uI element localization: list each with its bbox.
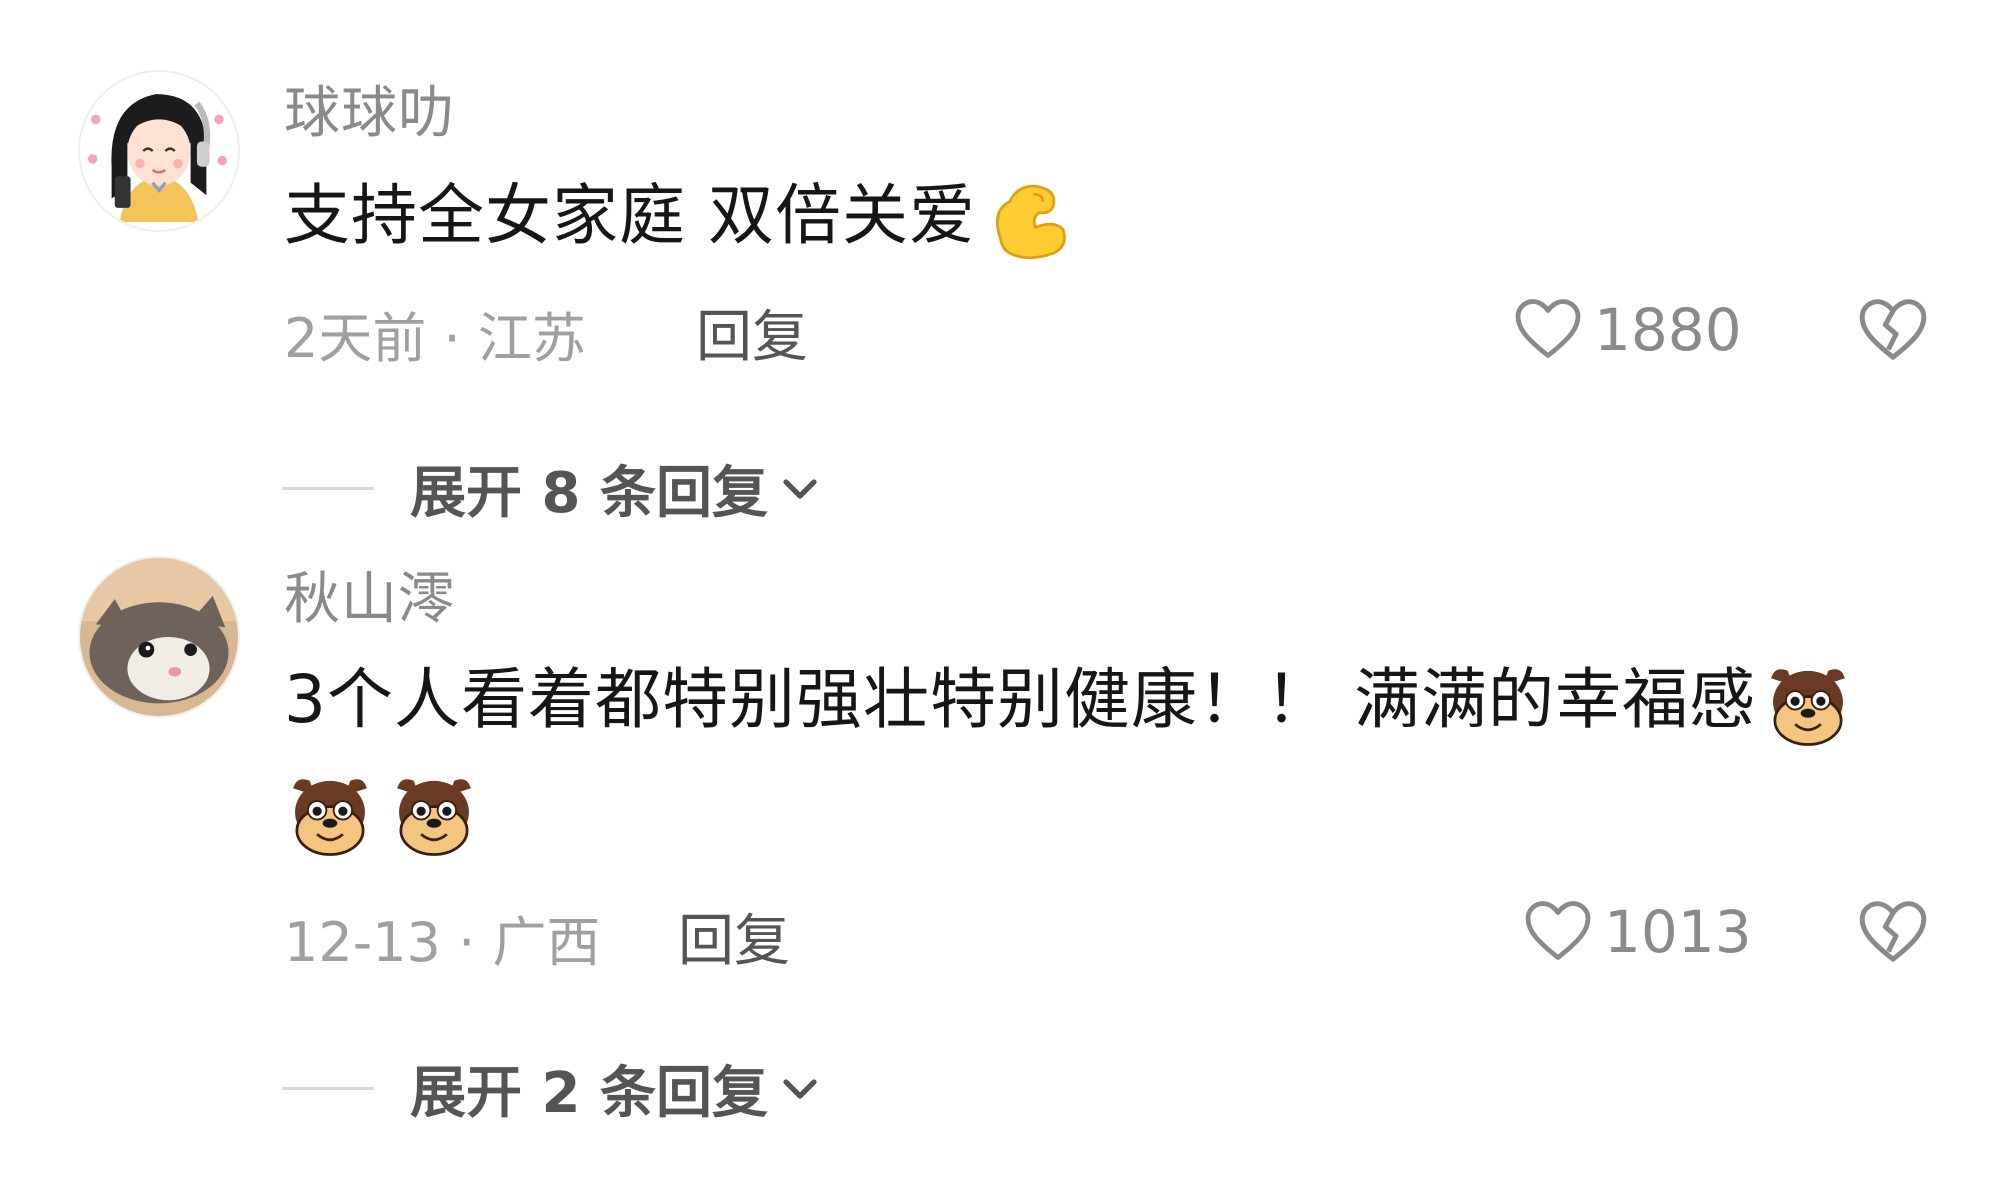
like-button[interactable]: 1880 [1512,290,1742,370]
dog-face-icon [388,768,480,860]
meta-separator: · [443,307,461,370]
like-count: 1013 [1604,898,1752,966]
username[interactable]: 球球叻 [284,68,455,149]
meta-separator: · [458,911,476,974]
chevron-down-icon [776,1064,824,1112]
dog-face-icon [1762,658,1854,750]
comment-item: 球球叻 支持全女家庭 双倍关爱 2天前 · 江苏 回复 1880 展开 8 条回… [0,0,2000,526]
flexed-biceps-icon [982,174,1074,266]
expand-replies-button[interactable]: 展开 2 条回复 [282,1048,824,1128]
heart-icon [1525,901,1591,960]
comment-time: 12-13 [284,911,441,974]
expand-replies-label: 展开 2 条回复 [410,1060,768,1126]
comment-location: 江苏 [477,307,586,370]
reply-button[interactable]: 回复 [696,292,808,373]
avatar[interactable] [78,70,240,232]
heart-icon [1515,299,1581,358]
avatar-girl-image [80,72,238,230]
divider-line [282,486,374,490]
broken-heart-icon [1859,299,1927,360]
dog-face-icon [284,768,376,860]
username[interactable]: 秋山澪 [284,554,455,635]
comment-location: 广西 [492,911,601,974]
reply-button[interactable]: 回复 [678,896,790,977]
dislike-button[interactable] [1856,294,1930,368]
comment-text-body: 支持全女家庭 双倍关爱 [284,177,976,254]
avatar-cat-image [80,558,238,716]
comment-time: 2天前 [284,307,427,370]
broken-heart-icon [1859,901,1927,962]
comment-meta: 12-13 · 广西 [284,898,600,977]
like-button[interactable]: 1013 [1522,892,1752,972]
comment-text-body: 3个人看着都特别强壮特别健康！！ 满满的幸福感 [284,661,1756,738]
expand-replies-label: 展开 8 条回复 [410,460,768,526]
comment-text: 支持全女家庭 双倍关爱 [284,160,1074,272]
like-count: 1880 [1594,296,1742,364]
comment-item: 秋山澪 3个人看着都特别强壮特别健康！！ 满满的幸福感 12-13 · 广西 回… [0,530,2000,1150]
comment-text: 3个人看着都特别强壮特别健康！！ 满满的幸福感 [284,644,1854,756]
expand-replies-button[interactable]: 展开 8 条回复 [282,448,824,528]
divider-line [282,1086,374,1090]
dislike-button[interactable] [1856,896,1930,970]
comment-meta: 2天前 · 江苏 [284,294,586,373]
chevron-down-icon [776,464,824,512]
avatar[interactable] [78,556,240,718]
comment-emoji-row [284,754,480,866]
